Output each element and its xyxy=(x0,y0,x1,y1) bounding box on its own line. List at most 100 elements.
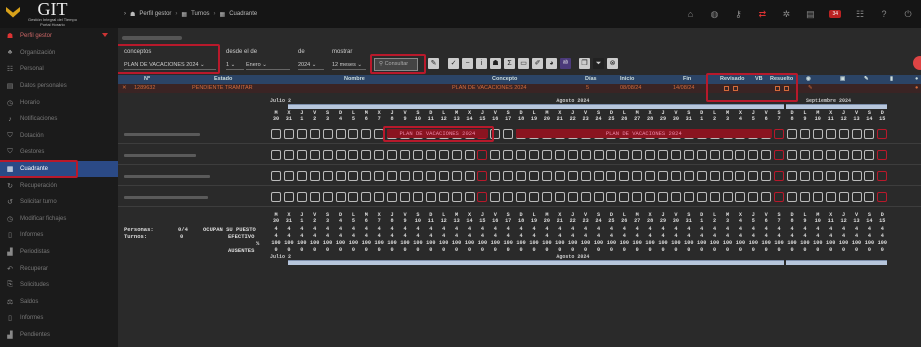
day-cell[interactable] xyxy=(567,171,578,181)
day-cell[interactable] xyxy=(477,171,488,181)
day-cell[interactable] xyxy=(477,192,488,202)
day-cell[interactable] xyxy=(451,192,462,202)
day-cell[interactable] xyxy=(296,171,307,181)
day-cell[interactable] xyxy=(696,171,707,181)
day-cell[interactable] xyxy=(709,192,720,202)
day-cell[interactable] xyxy=(490,150,501,160)
day-cell[interactable] xyxy=(296,150,307,160)
day-cell[interactable] xyxy=(799,171,810,181)
notification-badge[interactable]: 34 xyxy=(829,10,841,18)
day-cell[interactable] xyxy=(412,192,423,202)
day-cell[interactable] xyxy=(632,192,643,202)
day-cell[interactable] xyxy=(851,129,862,139)
day-cell[interactable] xyxy=(787,192,797,202)
day-cell[interactable] xyxy=(361,192,372,202)
day-cell[interactable] xyxy=(425,171,436,181)
day-cell[interactable] xyxy=(619,192,630,202)
day-cell[interactable] xyxy=(619,150,630,160)
day-cell[interactable] xyxy=(374,192,385,202)
day-cell[interactable] xyxy=(787,171,797,181)
day-cell[interactable] xyxy=(503,192,514,202)
month-select[interactable]: Enero ⌄ xyxy=(246,60,290,70)
day-cell[interactable] xyxy=(516,150,527,160)
day-cell[interactable] xyxy=(670,192,681,202)
day-cell[interactable] xyxy=(645,192,656,202)
day-cell[interactable] xyxy=(851,171,862,181)
day-cell[interactable] xyxy=(632,171,643,181)
day-cell[interactable] xyxy=(825,192,836,202)
day-cell[interactable] xyxy=(683,171,694,181)
day-cell[interactable] xyxy=(464,150,475,160)
day-cell[interactable] xyxy=(529,192,539,202)
row-expand-icon[interactable]: ✕ xyxy=(122,85,127,91)
day-cell[interactable] xyxy=(529,150,539,160)
day-cell[interactable] xyxy=(761,171,772,181)
day-cell[interactable] xyxy=(838,129,849,139)
day-cell[interactable] xyxy=(283,150,294,160)
day-cell[interactable] xyxy=(593,192,604,202)
day-cell[interactable] xyxy=(864,171,875,181)
day-cell[interactable] xyxy=(580,171,591,181)
day-cell[interactable] xyxy=(387,192,398,202)
day-cell[interactable] xyxy=(322,192,333,202)
day-cell[interactable] xyxy=(696,192,707,202)
day-cell[interactable] xyxy=(658,171,668,181)
day-cell[interactable] xyxy=(748,171,759,181)
day-cell[interactable] xyxy=(722,150,733,160)
day-cell[interactable] xyxy=(335,171,346,181)
day-cell[interactable] xyxy=(619,171,630,181)
day-cell[interactable] xyxy=(670,171,681,181)
vacation-block[interactable]: PLAN DE VACACIONES 2024 xyxy=(516,129,772,138)
year-select[interactable]: 2024 ⌄ xyxy=(298,60,324,70)
day-cell[interactable] xyxy=(451,150,462,160)
day-cell[interactable] xyxy=(309,171,320,181)
day-cell[interactable] xyxy=(400,150,410,160)
day-cell[interactable] xyxy=(606,192,617,202)
day-cell[interactable] xyxy=(490,192,501,202)
sidebar-item-recuperar[interactable]: ↶ Recuperar xyxy=(0,260,118,277)
day-cell[interactable] xyxy=(735,150,746,160)
day-cell[interactable] xyxy=(541,192,552,202)
info-icon[interactable]: i xyxy=(476,58,487,69)
day-cell[interactable] xyxy=(477,150,488,160)
sidebar-item-solicitudes[interactable]: ⎘ Solicitudes xyxy=(0,277,118,294)
sidebar-item-informes[interactable]: ▯ Informes xyxy=(0,227,118,244)
pen-icon[interactable]: ✐ xyxy=(532,58,543,69)
day-cell[interactable] xyxy=(438,171,449,181)
info-row-icon[interactable]: ● xyxy=(915,85,918,91)
power-icon[interactable]: ⏻ xyxy=(903,9,913,19)
palette-icon[interactable]: ◕ xyxy=(546,58,557,69)
day-cell[interactable] xyxy=(709,171,720,181)
day-cell[interactable] xyxy=(309,150,320,160)
day-cell[interactable] xyxy=(271,171,281,181)
day-cell[interactable] xyxy=(412,150,423,160)
day-cell[interactable] xyxy=(541,150,552,160)
day-cell[interactable] xyxy=(696,150,707,160)
day-cell[interactable] xyxy=(387,171,398,181)
day-cell[interactable] xyxy=(438,150,449,160)
person-row[interactable] xyxy=(118,145,921,165)
day-cell[interactable] xyxy=(361,171,372,181)
logo[interactable]: GIT Gestión Integral del Tiempo Portal H… xyxy=(0,0,120,28)
day-cell[interactable] xyxy=(348,129,359,139)
day-cell[interactable] xyxy=(722,171,733,181)
sidebar-item-pendientes[interactable]: ▟ Pendientes xyxy=(0,327,118,344)
day-cell[interactable] xyxy=(322,171,333,181)
breadcrumb-item[interactable]: Perfil gestor xyxy=(139,11,171,17)
day-cell[interactable] xyxy=(683,192,694,202)
day-cell[interactable] xyxy=(309,192,320,202)
day-cell[interactable] xyxy=(683,150,694,160)
day-cell[interactable] xyxy=(296,192,307,202)
filter-icon[interactable]: ⏷ xyxy=(593,58,604,69)
person-icon[interactable]: ☗ xyxy=(490,58,501,69)
info-icon[interactable]: ● xyxy=(915,76,918,82)
day-cell[interactable] xyxy=(774,129,785,139)
day-cell[interactable] xyxy=(554,192,565,202)
day-cell[interactable] xyxy=(309,129,320,139)
sidebar-item-recuperación[interactable]: ↻ Recuperación xyxy=(0,177,118,194)
day-select[interactable]: 1 ⌄ xyxy=(226,60,244,70)
day-cell[interactable] xyxy=(348,192,359,202)
day-cell[interactable] xyxy=(283,192,294,202)
pencil-icon[interactable]: ✎ xyxy=(864,76,869,82)
day-cell[interactable] xyxy=(335,150,346,160)
